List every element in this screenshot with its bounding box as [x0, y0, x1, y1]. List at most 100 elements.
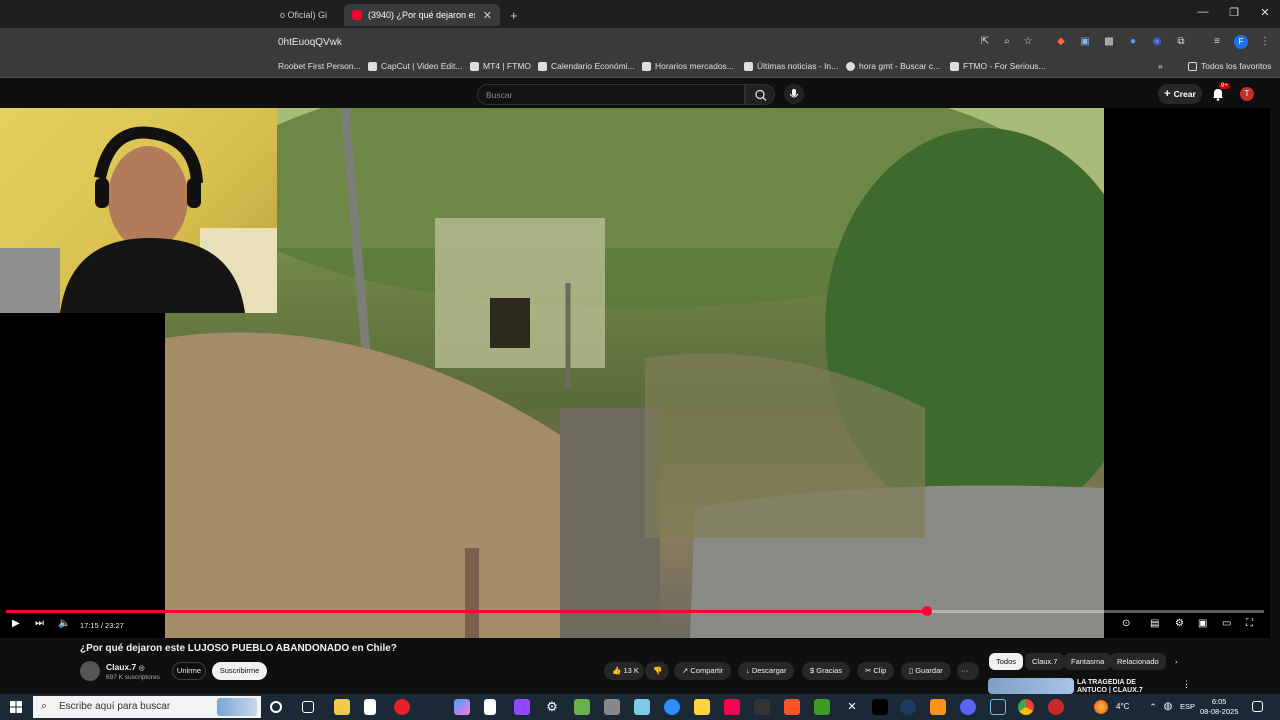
subscribe-button[interactable]: Suscribirme [212, 662, 267, 680]
channel-name[interactable]: Claux.7 ◎ [106, 662, 145, 672]
file-explorer-icon[interactable] [334, 699, 350, 715]
close-tab-icon[interactable]: ✕ [483, 9, 492, 22]
share-button[interactable]: ↗ Compartir [674, 662, 732, 680]
bookmark-star-icon[interactable]: ☆ [1021, 35, 1035, 49]
bookmark-item[interactable]: Horarios mercados... [642, 61, 734, 71]
zoom-icon[interactable]: ⌕ [1000, 35, 1014, 49]
tiktok-studio-icon[interactable] [724, 699, 740, 715]
create-button[interactable]: + Crear [1158, 84, 1202, 104]
bookmark-item[interactable]: Roobet First Person... [278, 61, 361, 71]
app-icon-4[interactable] [930, 699, 946, 715]
next-button[interactable]: ⏭ [35, 618, 44, 629]
miniplayer-icon[interactable]: ▣ [1198, 618, 1207, 629]
menu-kebab-icon[interactable]: ⋮ [1258, 35, 1272, 49]
url-field[interactable]: 0htEuoqQVwk [278, 37, 342, 48]
extension-2-icon[interactable]: ▩ [1102, 35, 1116, 49]
install-app-icon[interactable]: ⇱ [978, 35, 992, 49]
clip-button[interactable]: ✂ Clip [857, 662, 895, 680]
zoom-app-icon[interactable] [664, 699, 680, 715]
recommended-title[interactable]: LA TRAGEDIA DE ANTUCO | CLAUX.7 [1077, 679, 1167, 693]
taskbar-search-input[interactable]: ⌕ Escribe aquí para buscar [33, 696, 261, 718]
bookmark-item[interactable]: MT4 | FTMO [470, 61, 531, 71]
cortana-icon[interactable] [270, 701, 282, 713]
search-input[interactable]: Buscar [477, 84, 745, 105]
network-icon[interactable]: ◍ [1160, 699, 1176, 715]
copilot-icon[interactable] [454, 699, 470, 715]
brave-icon[interactable] [784, 699, 800, 715]
restore-icon[interactable]: ❐ [1219, 6, 1249, 19]
app-icon-3[interactable] [900, 699, 916, 715]
bookmark-item[interactable]: hora gmt - Buscar c... [846, 61, 940, 71]
opera-icon[interactable] [394, 699, 410, 715]
save-button[interactable]: ▯ Guardar [901, 662, 951, 680]
channel-avatar[interactable] [80, 661, 100, 681]
bookmark-item[interactable]: CapCut | Video Edit... [368, 61, 462, 71]
more-actions-button[interactable]: ··· [957, 662, 979, 680]
calculator-icon[interactable] [604, 699, 620, 715]
task-view-icon[interactable] [302, 701, 314, 713]
theater-mode-icon[interactable]: ▭ [1222, 618, 1231, 629]
notifications-button[interactable]: 9+ [1210, 83, 1230, 102]
voice-search-button[interactable] [784, 84, 804, 104]
extension-4-icon[interactable]: ◉ [1150, 35, 1164, 49]
chip-all[interactable]: Todos [989, 653, 1024, 670]
input-language[interactable]: ESP [1180, 702, 1195, 711]
settings-icon[interactable]: ⚙ [544, 699, 560, 715]
bookmark-item[interactable]: Últimas noticias - In... [744, 61, 838, 71]
bookmark-item[interactable]: FTMO - For Serious... [950, 61, 1046, 71]
notepad-icon[interactable] [364, 699, 376, 715]
subtitles-icon[interactable]: ▤ [1150, 618, 1159, 629]
tiktok-icon[interactable] [872, 699, 888, 715]
search-button[interactable] [745, 84, 775, 105]
volume-icon[interactable]: 🔈 [58, 618, 70, 629]
progress-scrubber[interactable] [921, 606, 932, 616]
system-clock[interactable]: 6:05 08-08-2025 [1200, 697, 1238, 717]
download-button[interactable]: ↓ Descargar [738, 662, 795, 680]
recommended-thumbnail[interactable] [988, 678, 1074, 694]
document-icon[interactable] [484, 699, 496, 715]
app-icon-2[interactable] [754, 699, 770, 715]
fullscreen-icon[interactable]: ⛶ [1246, 618, 1253, 629]
tab-youtube-video[interactable]: (3940) ¿Por qué dejaron este LU ✕ [344, 4, 500, 26]
chips-next-icon[interactable]: › [1168, 653, 1185, 670]
notification-center-icon[interactable] [1252, 701, 1263, 712]
translate-icon[interactable]: ▣ [1078, 35, 1092, 49]
extension-3-icon[interactable]: ● [1126, 35, 1140, 49]
maps-icon[interactable] [574, 699, 590, 715]
extension-1-icon[interactable]: ◆ [1054, 35, 1068, 49]
chip-fantasma[interactable]: Fantasma [1064, 653, 1112, 670]
autoplay-toggle[interactable]: ⊙ [1122, 618, 1130, 629]
close-window-icon[interactable]: ✕ [1250, 6, 1280, 19]
chip-channel[interactable]: Claux.7 [1025, 653, 1065, 670]
settings-gear-icon[interactable]: ⚙ [1175, 618, 1184, 629]
sticky-notes-icon[interactable] [694, 699, 710, 715]
bookmark-item[interactable]: Calendario Económi... [538, 61, 635, 71]
all-bookmarks-button[interactable]: Todos los favoritos [1188, 61, 1271, 71]
like-button[interactable]: 👍 13 K [604, 662, 644, 680]
tray-chevron-icon[interactable]: ⌃ [1145, 699, 1161, 715]
chip-related[interactable]: Relacionado [1110, 653, 1166, 670]
reading-list-icon[interactable]: ≡ [1210, 35, 1224, 49]
app-icon[interactable] [634, 699, 650, 715]
chrome-icon[interactable] [1018, 699, 1034, 715]
account-avatar[interactable]: T [1240, 87, 1254, 101]
capcut-taskbar-icon[interactable]: ✕ [844, 699, 860, 715]
join-button[interactable]: Unirme [172, 662, 206, 680]
discord-icon[interactable] [960, 699, 976, 715]
video-player[interactable]: ▶ ⏭ 🔈 17:15 / 23:27 ⊙ ▤ ⚙ ▣ ▭ ⛶ [0, 108, 1270, 638]
obs-icon[interactable] [1048, 699, 1064, 715]
windows-start-icon[interactable] [10, 701, 22, 713]
extensions-puzzle-icon[interactable]: ⧉ [1174, 35, 1188, 49]
profile-icon[interactable]: F [1234, 35, 1248, 49]
thanks-button[interactable]: $ Gracias [802, 662, 851, 680]
minecraft-icon[interactable] [814, 699, 830, 715]
twitch-icon[interactable] [514, 699, 530, 715]
minimize-icon[interactable]: — [1188, 6, 1218, 18]
tab-previous[interactable]: o Oficial) Gi [272, 4, 342, 26]
dislike-button[interactable]: 👎 [645, 662, 669, 680]
steam-icon[interactable] [990, 699, 1006, 715]
bookmarks-overflow-icon[interactable]: » [1158, 61, 1163, 71]
new-tab-button[interactable]: + [502, 4, 522, 26]
recommended-menu-icon[interactable]: ⋮ [1182, 679, 1191, 690]
play-button[interactable]: ▶ [12, 618, 20, 629]
